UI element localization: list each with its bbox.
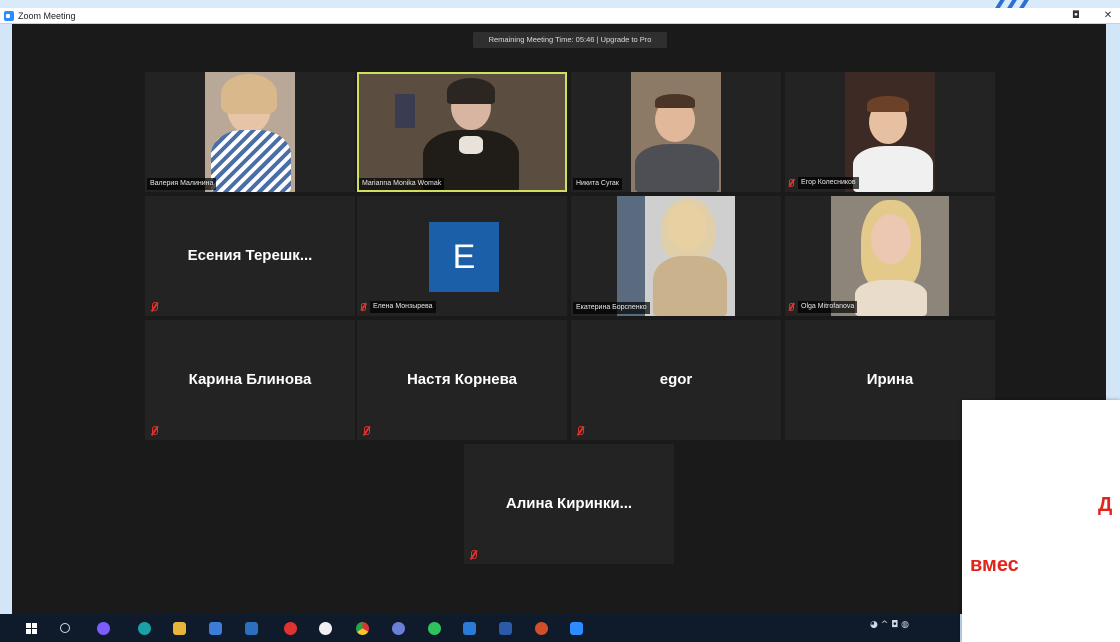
system-tray[interactable]: ◕ ^ ◘ ◍ [870, 620, 909, 630]
participant-name: Olga Mitrofanova [798, 301, 858, 313]
chrome-icon[interactable] [356, 622, 369, 635]
mic-muted-icon [362, 426, 370, 436]
left-edge [0, 24, 12, 614]
participant-name: Валерия Малинина [147, 178, 217, 190]
participant-name: Елена Монзырева [370, 301, 436, 313]
participant-display-name: Алина Киринки... [505, 495, 633, 512]
zoom-icon[interactable] [570, 622, 583, 635]
mic-muted-icon [576, 426, 584, 436]
search-icon[interactable] [60, 623, 70, 633]
powerpoint-icon[interactable] [535, 622, 548, 635]
mic-muted-icon [788, 302, 795, 312]
file-explorer-icon[interactable] [173, 622, 186, 635]
restore-button[interactable]: ◘ [1064, 8, 1088, 24]
participant-video [205, 72, 295, 192]
mic-muted-icon [150, 426, 158, 436]
name-tile[interactable]: Алина Киринки... [464, 444, 674, 564]
edge-icon[interactable] [138, 622, 151, 635]
participant-name-with-mute: Елена Монзырева [360, 301, 436, 313]
participant-display-name: Настя Корнева [406, 371, 518, 388]
participant-video [617, 196, 735, 316]
participant-name: Екатерина Борспенко [573, 302, 650, 314]
store-icon[interactable] [209, 622, 222, 635]
participant-display-name: Есения Терешк... [187, 247, 313, 264]
title-bar: Zoom Meeting ◘ ✕ [0, 8, 1120, 24]
participant-video [359, 74, 565, 190]
mail-icon[interactable] [463, 622, 476, 635]
overlay-text: Д [1098, 494, 1113, 516]
name-tile[interactable]: Настя Корнева [357, 320, 567, 440]
windows-taskbar [0, 614, 960, 642]
vk-icon[interactable] [392, 622, 405, 635]
participant-video [845, 72, 935, 192]
name-tile[interactable]: Есения Терешк... [145, 196, 355, 316]
participant-video [831, 196, 949, 316]
video-tile-active-speaker[interactable]: Marianna Monika Womak [357, 72, 567, 192]
network-icon[interactable] [245, 622, 258, 635]
mic-muted-icon [469, 550, 477, 560]
video-tile[interactable]: Olga Mitrofanova [785, 196, 995, 316]
mic-muted-icon [788, 178, 795, 188]
name-tile[interactable]: Карина Блинова [145, 320, 355, 440]
video-tile[interactable]: Никита Сугак [571, 72, 781, 192]
participant-name-with-mute: Olga Mitrofanova [788, 301, 858, 313]
video-tile[interactable]: Валерия Малинина [145, 72, 355, 192]
participant-display-name: Карина Блинова [188, 371, 312, 388]
participant-name: Marianna Monika Womak [359, 178, 445, 190]
overlay-text: вмес [970, 554, 1019, 576]
participant-display-name: egor [659, 371, 693, 388]
avatar: E [429, 222, 499, 292]
avatar-tile[interactable]: E Елена Монзырева [357, 196, 567, 316]
window-title: Zoom Meeting [18, 11, 76, 21]
participant-name: Никита Сугак [573, 178, 622, 190]
word-icon[interactable] [499, 622, 512, 635]
participant-video [631, 72, 721, 192]
participant-display-name: Ирина [866, 371, 914, 388]
whatsapp-icon[interactable] [428, 622, 441, 635]
cortana-icon[interactable] [97, 622, 110, 635]
video-tile[interactable]: Егор Колесников [785, 72, 995, 192]
zoom-window: Zoom Meeting ◘ ✕ Remaining Meeting Time:… [0, 8, 1120, 614]
start-icon[interactable] [26, 623, 37, 634]
zoom-app-icon [4, 11, 14, 21]
yandex-icon[interactable] [284, 622, 297, 635]
meeting-time-banner[interactable]: Remaining Meeting Time: 05:46 | Upgrade … [473, 32, 667, 48]
participant-name: Егор Колесников [798, 177, 859, 189]
video-tile[interactable]: Екатерина Борспенко [571, 196, 781, 316]
close-button[interactable]: ✕ [1096, 8, 1120, 24]
name-tile[interactable]: egor [571, 320, 781, 440]
mic-muted-icon [360, 302, 367, 312]
mic-muted-icon [150, 302, 158, 312]
participant-name-with-mute: Егор Колесников [788, 177, 859, 189]
yandex-browser-icon[interactable] [319, 622, 332, 635]
presentation-overlay: Д вмес [962, 400, 1120, 642]
